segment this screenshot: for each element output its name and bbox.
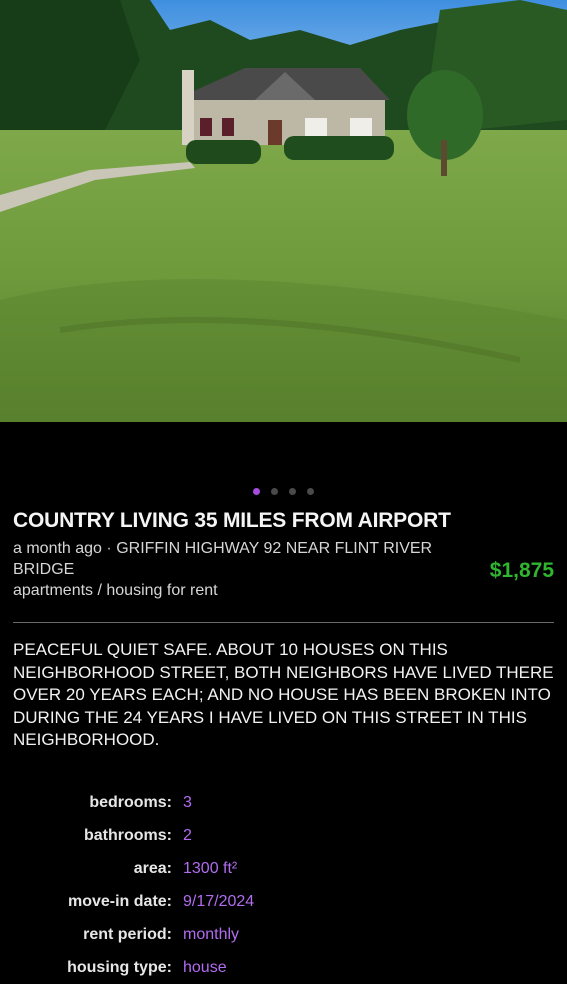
attribute-label: area: <box>133 859 172 877</box>
attribute-row-rent-period: rent period: monthly <box>0 918 567 951</box>
listing-price: $1,875 <box>489 559 554 582</box>
attribute-row-area: area: 1300 ft² <box>0 852 567 885</box>
attribute-label: move-in date: <box>67 892 172 910</box>
attribute-list: bedrooms: 3 bathrooms: 2 area: 1300 ft² … <box>0 786 567 984</box>
listing-photo[interactable] <box>0 0 567 422</box>
listing-description: PEACEFUL QUIET SAFE. ABOUT 10 HOUSES ON … <box>13 640 554 750</box>
listing-meta: a month ago · GRIFFIN HIGHWAY 92 NEAR FL… <box>13 538 468 580</box>
listing-category[interactable]: apartments / housing for rent <box>13 582 218 600</box>
gallery-dot-2[interactable] <box>271 488 278 495</box>
attribute-label: rent period: <box>83 925 172 943</box>
gallery-dot-1[interactable] <box>253 488 260 495</box>
house-photo-image <box>0 0 567 422</box>
attribute-value: house <box>183 958 227 976</box>
posted-time: a month ago <box>13 540 102 557</box>
attribute-label: bathrooms: <box>84 826 172 844</box>
attribute-value: 3 <box>183 793 192 811</box>
meta-separator: · <box>106 540 112 557</box>
attribute-row-bedrooms: bedrooms: 3 <box>0 786 567 819</box>
attribute-value: 9/17/2024 <box>183 892 255 910</box>
listing-title: COUNTRY LIVING 35 MILES FROM AIRPORT <box>13 509 451 532</box>
attribute-value: monthly <box>183 925 240 943</box>
attribute-row-housing-type: housing type: house <box>0 951 567 984</box>
attribute-value: 2 <box>183 826 192 844</box>
attribute-label: bedrooms: <box>89 793 172 811</box>
gallery-pagination <box>0 488 567 495</box>
attribute-value: 1300 ft² <box>183 859 238 877</box>
section-divider <box>13 622 554 623</box>
gallery-dot-3[interactable] <box>289 488 296 495</box>
attribute-row-bathrooms: bathrooms: 2 <box>0 819 567 852</box>
attribute-label: housing type: <box>67 958 172 976</box>
gallery-dot-4[interactable] <box>307 488 314 495</box>
attribute-row-move-in-date: move-in date: 9/17/2024 <box>0 885 567 918</box>
